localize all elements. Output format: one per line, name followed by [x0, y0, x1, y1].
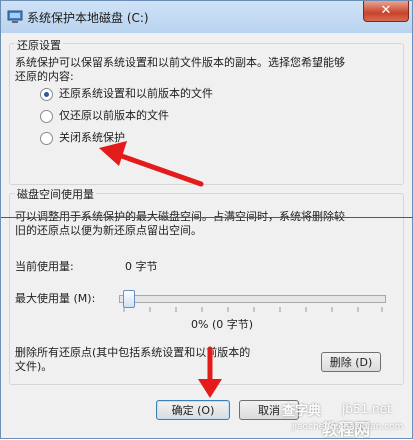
system-protection-dialog: 系统保护本地磁盘 (C:) ✕ 还原设置 系统保护可以保留系统设置和以前文件版本…: [0, 0, 413, 439]
watermark-text: 查字典: [282, 404, 322, 419]
red-arrow-down-icon: [198, 346, 222, 398]
red-arrow-icon: [99, 141, 204, 187]
watermark-url: jiaocheng.chazidian.com: [292, 422, 404, 432]
watermark-site: jb51.net: [342, 402, 392, 416]
watermark: 查字典 jb51.net 教程网 jiaocheng.chazidian.com: [282, 400, 412, 439]
red-annotation-arrows: [99, 141, 222, 398]
